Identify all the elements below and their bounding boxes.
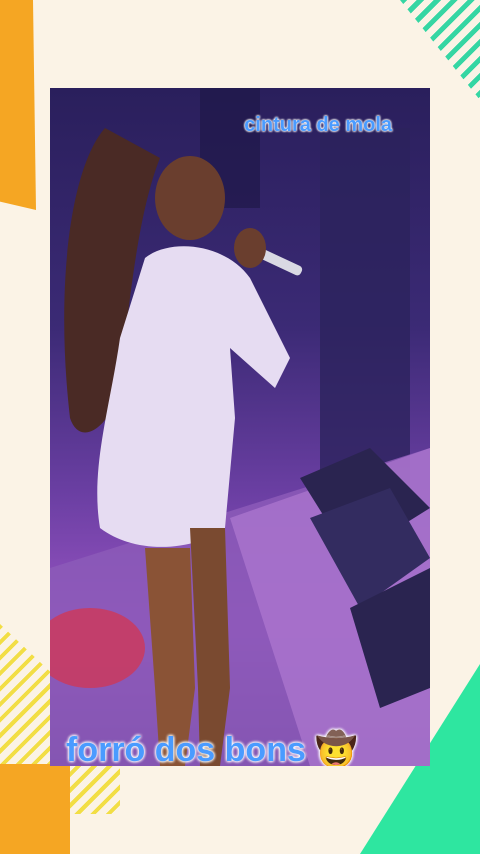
story-canvas: cintura de mola forró dos bons 🤠	[0, 0, 480, 854]
orange-bottom-shape	[0, 764, 70, 854]
bottom-caption: forró dos bons 🤠	[66, 731, 358, 766]
teal-stripes-decoration	[400, 0, 480, 100]
stage-scene-illustration	[50, 88, 430, 766]
top-caption: cintura de mola	[244, 114, 392, 136]
performance-photo: cintura de mola forró dos bons 🤠	[50, 88, 430, 766]
